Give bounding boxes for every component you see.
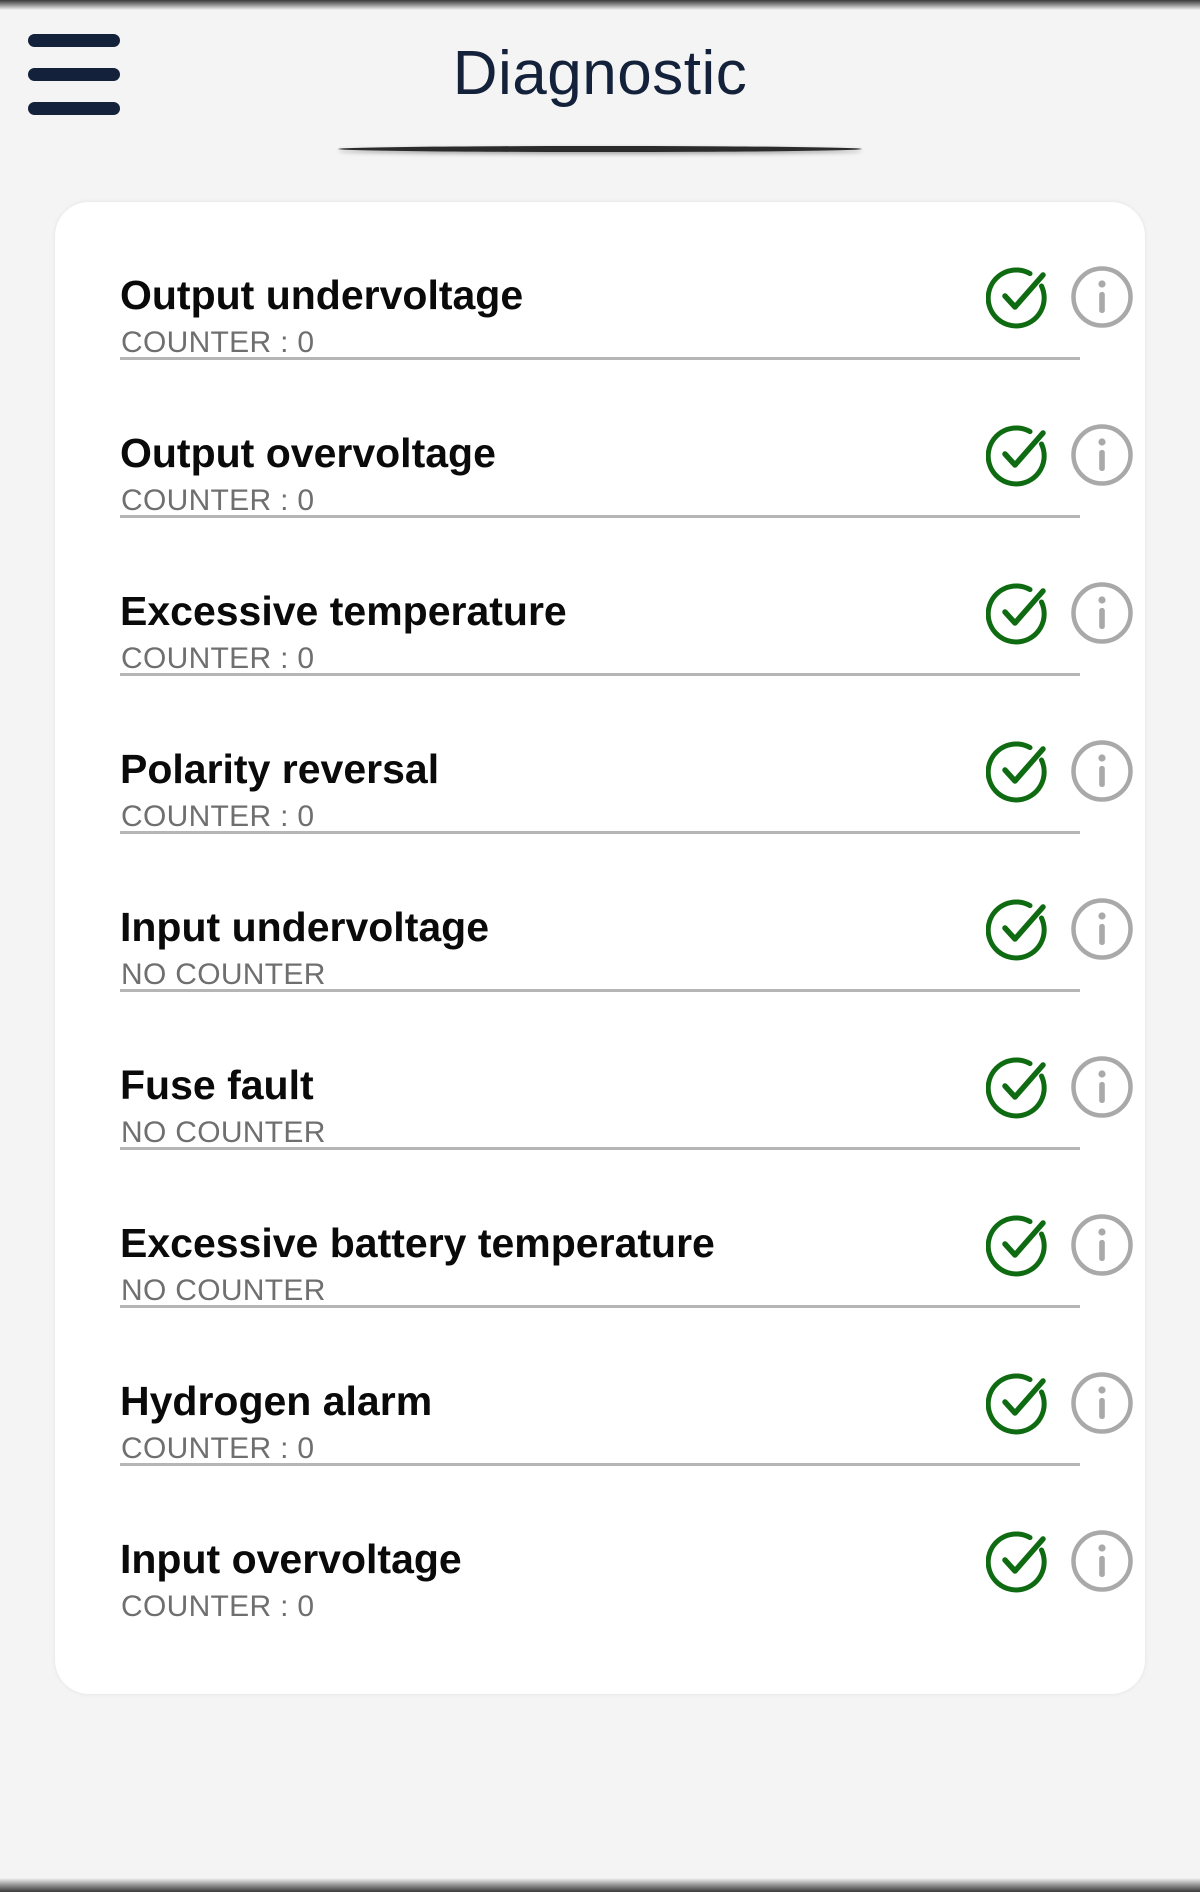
check-circle-icon bbox=[986, 741, 1047, 803]
page-title: Diagnostic bbox=[452, 39, 748, 108]
diagnostic-name: Output overvoltage bbox=[120, 430, 496, 476]
diagnostic-name: Input overvoltage bbox=[120, 1536, 462, 1582]
diagnostic-name: Input undervoltage bbox=[120, 904, 489, 950]
info-icon[interactable] bbox=[1070, 1213, 1134, 1277]
diagnostic-counter: COUNTER : 0 bbox=[121, 1432, 315, 1465]
info-icon[interactable] bbox=[1070, 739, 1134, 803]
diagnostic-counter: COUNTER : 0 bbox=[121, 326, 315, 359]
info-icon[interactable] bbox=[1070, 581, 1134, 645]
diagnostic-row: Fuse fault NO COUNTER bbox=[120, 992, 1133, 1150]
diagnostic-counter: NO COUNTER bbox=[121, 958, 326, 991]
check-circle-icon bbox=[986, 1531, 1047, 1593]
diagnostic-name: Output undervoltage bbox=[120, 272, 524, 318]
info-icon[interactable] bbox=[1070, 423, 1134, 487]
diagnostic-name: Fuse fault bbox=[120, 1062, 314, 1108]
diagnostic-row: Excessive battery temperature NO COUNTER bbox=[120, 1150, 1133, 1308]
diagnostic-counter: NO COUNTER bbox=[121, 1116, 326, 1149]
check-circle-icon bbox=[986, 583, 1047, 645]
diagnostic-card: Output undervoltage COUNTER : 0 Output ove… bbox=[55, 202, 1145, 1694]
info-icon[interactable] bbox=[1070, 1055, 1134, 1119]
title-underline bbox=[338, 146, 862, 152]
diagnostic-counter: NO COUNTER bbox=[121, 1274, 326, 1307]
diagnostic-row: Input undervoltage NO COUNTER bbox=[120, 834, 1133, 992]
diagnostic-name: Excessive battery temperature bbox=[120, 1220, 715, 1266]
info-icon[interactable] bbox=[1070, 897, 1134, 961]
info-icon[interactable] bbox=[1070, 265, 1134, 329]
diagnostic-name: Hydrogen alarm bbox=[120, 1378, 433, 1424]
diagnostic-name: Excessive temperature bbox=[120, 588, 567, 634]
check-circle-icon bbox=[986, 1057, 1047, 1119]
check-circle-icon bbox=[986, 1215, 1047, 1277]
bottom-edge-shadow bbox=[0, 1878, 1200, 1892]
diagnostic-row: Excessive temperature COUNTER : 0 bbox=[120, 518, 1133, 676]
check-circle-icon bbox=[986, 1373, 1047, 1435]
info-icon[interactable] bbox=[1070, 1371, 1134, 1435]
check-circle-icon bbox=[986, 899, 1047, 961]
check-circle-icon bbox=[986, 425, 1047, 487]
diagnostic-counter: COUNTER : 0 bbox=[121, 484, 315, 517]
top-edge-shadow bbox=[0, 0, 1200, 10]
diagnostic-counter: COUNTER : 0 bbox=[121, 800, 315, 833]
diagnostic-row: Polarity reversal COUNTER : 0 bbox=[120, 676, 1133, 834]
diagnostic-counter: COUNTER : 0 bbox=[121, 642, 315, 675]
diagnostic-counter: COUNTER : 0 bbox=[121, 1590, 315, 1623]
diagnostic-name: Polarity reversal bbox=[120, 746, 440, 792]
diagnostic-row: Hydrogen alarm COUNTER : 0 bbox=[120, 1308, 1133, 1466]
diagnostic-row: Input overvoltage COUNTER : 0 bbox=[120, 1466, 1133, 1624]
info-icon[interactable] bbox=[1070, 1529, 1134, 1593]
check-circle-icon bbox=[986, 267, 1047, 329]
diagnostic-row: Output overvoltage COUNTER : 0 bbox=[120, 360, 1133, 518]
diagnostic-row: Output undervoltage COUNTER : 0 bbox=[120, 202, 1133, 360]
